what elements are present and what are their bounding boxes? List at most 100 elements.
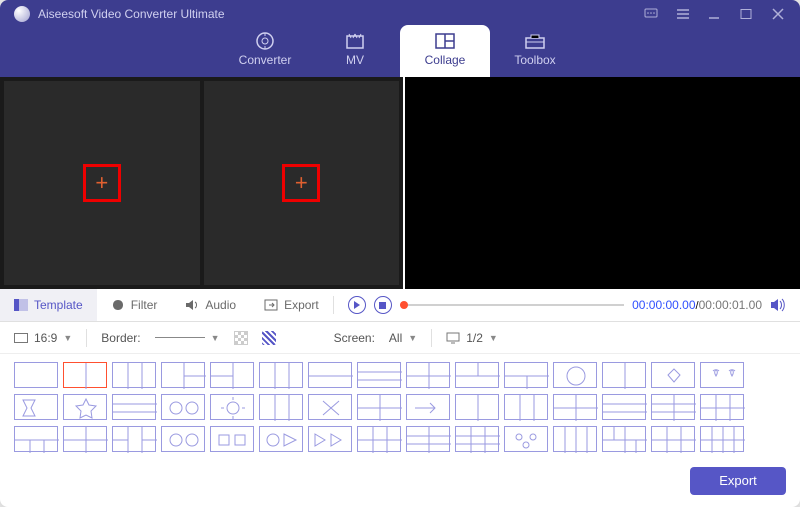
tab-label: Audio <box>205 298 236 312</box>
maximize-icon[interactable] <box>740 8 754 20</box>
template-cell[interactable] <box>455 394 499 420</box>
template-cell[interactable] <box>504 426 548 452</box>
add-media-icon[interactable] <box>83 164 121 202</box>
export-button[interactable]: Export <box>690 467 786 495</box>
tab-export[interactable]: Export <box>250 289 333 322</box>
collage-icon <box>435 33 455 49</box>
app-logo <box>14 6 30 22</box>
template-cell[interactable] <box>553 394 597 420</box>
playback-time: 00:00:00.00/00:00:01.00 <box>632 298 762 312</box>
play-button[interactable] <box>348 296 366 314</box>
collage-slot-1[interactable] <box>4 81 200 285</box>
nav-converter[interactable]: Converter <box>220 25 310 77</box>
export-icon <box>264 298 278 312</box>
preview-area <box>403 77 800 289</box>
template-cell[interactable] <box>161 426 205 452</box>
collage-slot-2[interactable] <box>204 81 400 285</box>
template-cell[interactable] <box>553 362 597 388</box>
menu-icon[interactable] <box>676 8 690 20</box>
template-cell[interactable] <box>63 394 107 420</box>
seek-bar[interactable] <box>400 304 624 306</box>
template-cell[interactable] <box>504 362 548 388</box>
close-icon[interactable] <box>772 8 786 20</box>
template-cell[interactable] <box>357 394 401 420</box>
template-cell[interactable] <box>357 426 401 452</box>
audio-icon <box>185 298 199 312</box>
template-cell[interactable] <box>259 426 303 452</box>
template-cell[interactable] <box>308 362 352 388</box>
template-cell[interactable] <box>210 426 254 452</box>
aspect-ratio-select[interactable]: 16:9▼ <box>14 331 72 345</box>
template-cell[interactable] <box>455 362 499 388</box>
template-cell[interactable] <box>112 426 156 452</box>
template-grid <box>0 354 800 459</box>
border-style-select[interactable]: ▼ <box>155 333 220 343</box>
tab-label: Filter <box>131 298 158 312</box>
border-pattern-select[interactable] <box>262 331 276 345</box>
template-cell[interactable] <box>259 362 303 388</box>
template-cell[interactable] <box>455 426 499 452</box>
toolbox-icon <box>525 33 545 49</box>
add-media-icon[interactable] <box>282 164 320 202</box>
template-cell[interactable] <box>210 394 254 420</box>
template-cell[interactable] <box>406 394 450 420</box>
template-cell[interactable] <box>357 362 401 388</box>
main-nav: Converter MV Collage Toolbox <box>0 22 800 77</box>
tab-label: Template <box>34 298 83 312</box>
template-cell[interactable] <box>651 362 695 388</box>
template-cell[interactable] <box>406 362 450 388</box>
template-cell[interactable] <box>651 394 695 420</box>
border-control: Border: <box>101 331 140 345</box>
app-title: Aiseesoft Video Converter Ultimate <box>38 7 225 21</box>
monitor-icon <box>446 332 460 344</box>
template-cell[interactable] <box>112 394 156 420</box>
nav-label: Converter <box>239 53 292 67</box>
screen-select[interactable]: All▼ <box>389 331 417 345</box>
tab-audio[interactable]: Audio <box>171 289 250 322</box>
filter-icon <box>111 298 125 312</box>
template-cell[interactable] <box>553 426 597 452</box>
display-select[interactable]: 1/2▼ <box>446 331 498 345</box>
template-cell[interactable] <box>700 426 744 452</box>
nav-label: Toolbox <box>514 53 555 67</box>
template-cell[interactable] <box>112 362 156 388</box>
template-cell[interactable] <box>602 394 646 420</box>
template-cell[interactable] <box>259 394 303 420</box>
tab-template[interactable]: Template <box>0 289 97 322</box>
volume-icon[interactable] <box>770 298 786 312</box>
converter-icon <box>255 33 275 49</box>
template-cell[interactable] <box>700 394 744 420</box>
preview-pane-2 <box>604 77 800 289</box>
template-cell[interactable] <box>651 426 695 452</box>
border-color-select[interactable] <box>234 331 248 345</box>
preview-pane-1 <box>405 77 602 289</box>
template-cell[interactable] <box>63 362 107 388</box>
template-cell[interactable] <box>308 426 352 452</box>
template-cell[interactable] <box>14 394 58 420</box>
tab-label: Export <box>284 298 319 312</box>
template-cell[interactable] <box>161 362 205 388</box>
template-cell[interactable] <box>602 362 646 388</box>
nav-collage[interactable]: Collage <box>400 25 490 77</box>
template-cell[interactable] <box>210 362 254 388</box>
template-cell[interactable] <box>308 394 352 420</box>
template-cell[interactable] <box>14 362 58 388</box>
tab-filter[interactable]: Filter <box>97 289 172 322</box>
template-cell[interactable] <box>406 426 450 452</box>
screen-label: Screen: <box>334 331 375 345</box>
template-icon <box>14 298 28 312</box>
template-cell[interactable] <box>504 394 548 420</box>
collage-editor <box>0 77 403 289</box>
template-cell[interactable] <box>602 426 646 452</box>
template-cell[interactable] <box>63 426 107 452</box>
nav-toolbox[interactable]: Toolbox <box>490 25 580 77</box>
nav-mv[interactable]: MV <box>310 25 400 77</box>
template-cell[interactable] <box>161 394 205 420</box>
nav-label: Collage <box>425 53 466 67</box>
stop-button[interactable] <box>374 296 392 314</box>
template-cell[interactable] <box>14 426 58 452</box>
seek-handle[interactable] <box>400 301 408 309</box>
template-cell[interactable] <box>700 362 744 388</box>
feedback-icon[interactable] <box>644 8 658 20</box>
minimize-icon[interactable] <box>708 8 722 20</box>
